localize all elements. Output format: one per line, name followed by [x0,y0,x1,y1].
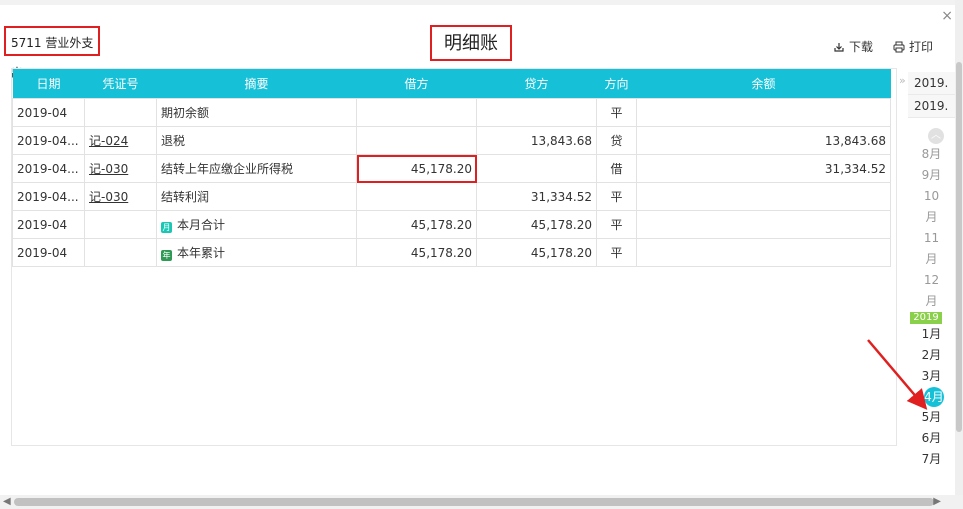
vertical-scroll-thumb[interactable] [956,62,962,432]
vertical-scrollbar[interactable] [955,0,963,495]
scroll-right-icon[interactable]: ▶ [933,496,941,507]
horizontal-scroll-thumb[interactable] [14,498,934,506]
horizontal-scrollbar[interactable]: ◀ ▶ [0,495,963,509]
scroll-left-icon[interactable]: ◀ [3,496,11,507]
annotation-arrow [867,339,928,410]
